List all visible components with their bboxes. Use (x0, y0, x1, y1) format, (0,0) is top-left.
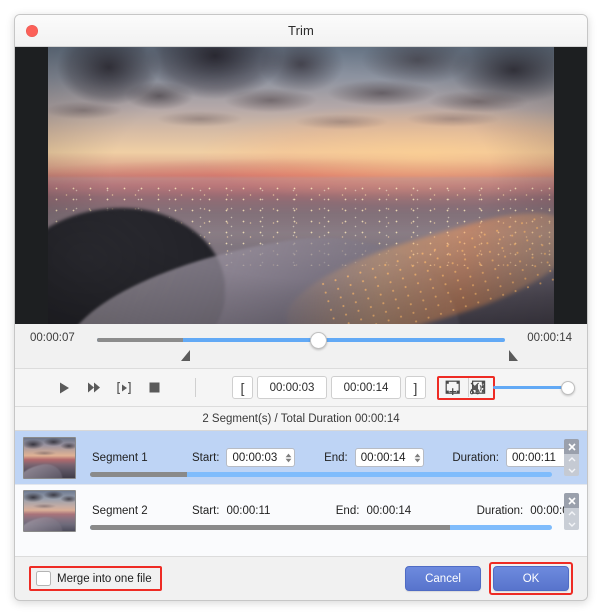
segment-duration-label: Duration: (476, 505, 524, 517)
stop-icon[interactable] (147, 381, 161, 395)
mark-out-bracket-icon[interactable]: ] (405, 376, 426, 399)
merge-into-one-file-group[interactable]: Merge into one file (29, 566, 162, 591)
segment-start-field: Start: 00:00:03 (192, 448, 296, 467)
segment-list: Segment 1 Start: 00:00:03 End: 00:00:14 … (15, 431, 587, 556)
ok-button[interactable]: OK (493, 566, 569, 591)
screenshot-root: Trim 00:00:07 00:00:14 [00:00:03 00:00:… (0, 0, 600, 613)
segment-name-label: Segment 2 (92, 505, 148, 517)
chevron-down-icon[interactable] (564, 519, 579, 530)
volume-icon[interactable] (472, 381, 486, 395)
close-dot-icon[interactable] (26, 25, 38, 37)
seek-elapsed-fill (97, 338, 183, 342)
volume-slider-knob[interactable] (561, 381, 575, 395)
trim-dialog-window: Trim 00:00:07 00:00:14 [00:00:03 00:00:… (14, 14, 588, 601)
segment-duration-label: Duration: (452, 451, 499, 464)
segment-end-stepper[interactable]: 00:00:14 (354, 448, 424, 467)
segment-1-thumbnail (23, 436, 76, 479)
segment-name-label: Segment 1 (92, 451, 148, 464)
table-row[interactable]: Segment 1 Start: 00:00:03 End: 00:00:14 … (15, 431, 587, 484)
close-icon[interactable] (564, 493, 579, 508)
segment-end-field: End: 00:00:14 (336, 505, 411, 517)
chevron-up-icon[interactable] (564, 508, 579, 519)
toolbar-divider-2 (468, 378, 469, 397)
segment-start-field: Start: 00:00:11 (192, 505, 270, 517)
trim-start-input[interactable]: 00:00:03 (257, 376, 327, 399)
segment-progress-gray (90, 472, 188, 477)
footer-buttons: Cancel OK (405, 562, 573, 595)
segment-end-value: 00:00:14 (360, 451, 406, 464)
segment-fields: Start: 00:00:03 End: 00:00:14 Duration: … (170, 448, 575, 467)
segment-progress-bar[interactable] (90, 525, 552, 530)
trim-out-marker-icon[interactable] (509, 350, 518, 361)
vignette-layer (48, 47, 554, 324)
segment-progress-bar[interactable] (90, 472, 552, 477)
trim-time-fields: [ 00:00:03 00:00:14 ] (232, 376, 426, 399)
merge-into-one-file-label: Merge into one file (57, 572, 152, 585)
toolbar-divider-1 (195, 378, 196, 397)
table-row[interactable]: Segment 2 Start: 00:00:11 End: 00:00:14 … (15, 484, 587, 537)
segment-row-controls (564, 493, 579, 530)
segment-end-field: End: 00:00:14 (324, 448, 424, 467)
chevron-up-icon[interactable] (564, 454, 579, 465)
seek-track[interactable] (97, 338, 505, 342)
chevron-down-icon[interactable] (564, 465, 579, 476)
segment-fields: Start: 00:00:11 End: 00:00:14 Duration: … (170, 505, 575, 517)
seekbar-area: 00:00:07 00:00:14 (15, 324, 587, 369)
ok-button-highlight: OK (489, 562, 573, 595)
playback-toolbar: [ 00:00:03 00:00:14 ] (15, 369, 587, 407)
segment-end-label: End: (324, 451, 348, 464)
segment-duration-value: 00:00:11 (511, 451, 556, 464)
page-title: Trim (288, 23, 314, 38)
play-icon[interactable] (57, 381, 71, 395)
merge-into-one-file-checkbox[interactable] (36, 571, 51, 586)
volume-control (472, 381, 575, 395)
segment-progress-gray (90, 525, 451, 530)
add-segment-icon[interactable] (445, 379, 462, 396)
segment-summary: 2 Segment(s) / Total Duration 00:00:14 (15, 407, 587, 431)
trim-end-input[interactable]: 00:00:14 (331, 376, 401, 399)
current-time-label: 00:00:07 (30, 332, 75, 344)
segment-end-value: 00:00:14 (366, 505, 412, 517)
fast-forward-icon[interactable] (87, 381, 101, 395)
segment-end-label: End: (335, 505, 360, 517)
stepper-arrows-icon[interactable] (285, 453, 292, 463)
segment-duration-field: Duration: 00:00:11 (452, 448, 575, 467)
segment-start-label: Start: (192, 451, 220, 464)
seek-playhead-knob[interactable] (309, 332, 327, 349)
segment-start-stepper[interactable]: 00:00:03 (226, 448, 296, 467)
video-frame (48, 47, 554, 324)
segment-start-label: Start: (192, 505, 220, 517)
volume-slider[interactable] (493, 381, 575, 395)
transport-controls (57, 381, 161, 395)
dialog-footer: Merge into one file Cancel OK (15, 556, 587, 600)
cancel-button[interactable]: Cancel (405, 566, 481, 591)
titlebar: Trim (15, 15, 587, 47)
total-time-label: 00:00:14 (527, 332, 572, 344)
trim-in-marker-icon[interactable] (181, 350, 190, 361)
close-icon[interactable] (564, 439, 579, 454)
segment-2-thumbnail (23, 490, 76, 532)
video-preview[interactable] (15, 47, 587, 324)
segment-start-value: 00:00:11 (226, 505, 271, 517)
step-frame-icon[interactable] (117, 381, 131, 395)
segment-start-value: 00:00:03 (232, 451, 278, 464)
stepper-arrows-icon[interactable] (414, 453, 421, 463)
mark-in-bracket-icon[interactable]: [ (232, 376, 253, 399)
segment-row-controls (564, 439, 579, 476)
segment-duration-field: Duration: 00:00:03 (477, 505, 575, 517)
